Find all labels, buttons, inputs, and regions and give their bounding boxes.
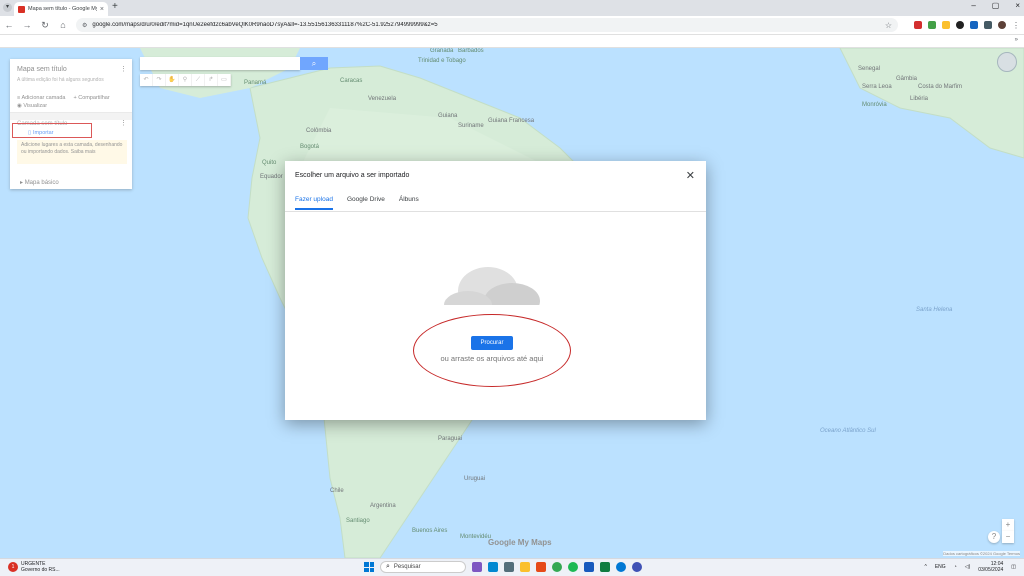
app-icon[interactable]: [632, 562, 642, 572]
home-icon[interactable]: ⌂: [58, 20, 68, 30]
taskbar-search[interactable]: ⌕ Pesquisar: [380, 561, 466, 573]
maps-favicon-icon: [18, 5, 25, 13]
file-explorer-icon[interactable]: [520, 562, 530, 572]
volume-icon[interactable]: ◁): [965, 564, 971, 570]
news-subtitle: Governo do RS...: [21, 567, 60, 573]
maximize-button[interactable]: ▢: [992, 1, 1000, 10]
menu-icon[interactable]: ⋮: [1012, 21, 1020, 30]
window-controls: – ▢ ×: [971, 1, 1020, 10]
new-tab-button[interactable]: +: [112, 1, 118, 12]
tab-upload[interactable]: Fazer upload: [295, 196, 333, 210]
puzzle-icon[interactable]: [984, 21, 992, 29]
reload-icon[interactable]: ↻: [40, 20, 50, 31]
annotation-highlight-ellipse: [413, 314, 571, 387]
url-text[interactable]: google.com/maps/d/u/0/edit?mid=1qnUe2eef…: [92, 22, 879, 28]
system-tray: ^ ENG ◔ ◁) 12:04 03/05/2024 ◫: [924, 561, 1016, 573]
site-info-icon[interactable]: ⚙: [82, 22, 87, 29]
extension-icon[interactable]: [914, 21, 922, 29]
chrome-icon[interactable]: [552, 562, 562, 572]
search-icon: ⌕: [386, 563, 390, 570]
taskbar-search-placeholder: Pesquisar: [393, 564, 421, 570]
back-icon[interactable]: ←: [4, 20, 14, 30]
dialog-divider: [285, 211, 706, 212]
minimize-button[interactable]: –: [971, 1, 975, 10]
edge-icon[interactable]: [616, 562, 626, 572]
notification-bell-icon[interactable]: ◫: [1011, 564, 1016, 570]
lang-indicator[interactable]: ENG: [935, 564, 946, 570]
forward-icon[interactable]: →: [22, 20, 32, 30]
windows-taskbar: 1 URGENTE Governo do RS... ⌕ Pesquisar ^…: [0, 558, 1024, 576]
tab-list-button[interactable]: ▾: [3, 3, 12, 12]
word-icon[interactable]: [584, 562, 594, 572]
app-icon[interactable]: [504, 562, 514, 572]
extension-icon[interactable]: [970, 21, 978, 29]
tab-albums[interactable]: Álbuns: [399, 196, 419, 210]
app-icon[interactable]: [472, 562, 482, 572]
address-bar[interactable]: ⚙ google.com/maps/d/u/0/edit?mid=1qnUe2e…: [76, 18, 898, 32]
browser-toolbar: ← → ↻ ⌂ ⚙ google.com/maps/d/u/0/edit?mid…: [0, 16, 1024, 35]
extension-icon[interactable]: [942, 21, 950, 29]
dialog-title: Escolher um arquivo a ser importado: [295, 172, 410, 179]
tray-chevron-icon[interactable]: ^: [924, 564, 926, 570]
windows-start-icon[interactable]: [364, 562, 374, 572]
taskbar-apps: [472, 562, 642, 572]
browser-tabstrip: ▾ Mapa sem título - Google My Maps × + –…: [0, 0, 1024, 16]
close-tab-icon[interactable]: ×: [100, 6, 104, 13]
extension-icon[interactable]: [956, 21, 964, 29]
close-icon[interactable]: ✕: [686, 169, 695, 182]
clock[interactable]: 12:04 03/05/2024: [978, 561, 1003, 573]
bookmarks-more-icon[interactable]: »: [1015, 37, 1018, 43]
cloud-upload-icon: [440, 267, 544, 321]
tab-title: Mapa sem título - Google My Maps: [28, 6, 97, 12]
tab-google-drive[interactable]: Google Drive: [347, 196, 385, 210]
app-icon[interactable]: [488, 562, 498, 572]
profile-avatar[interactable]: [998, 21, 1006, 29]
close-window-button[interactable]: ×: [1015, 1, 1020, 10]
bookmark-bar: »: [0, 35, 1024, 48]
wifi-icon[interactable]: ◔: [954, 564, 957, 570]
extensions-area: ⋮: [914, 21, 1020, 30]
news-badge: 1: [8, 562, 18, 572]
dialog-tabs: Fazer upload Google Drive Álbuns: [295, 196, 419, 210]
bookmark-star-icon[interactable]: ☆: [885, 21, 892, 30]
news-widget[interactable]: 1 URGENTE Governo do RS...: [8, 561, 60, 573]
extension-icon[interactable]: [928, 21, 936, 29]
excel-icon[interactable]: [600, 562, 610, 572]
spotify-icon[interactable]: [568, 562, 578, 572]
app-icon[interactable]: [536, 562, 546, 572]
browser-tab[interactable]: Mapa sem título - Google My Maps ×: [14, 2, 108, 16]
